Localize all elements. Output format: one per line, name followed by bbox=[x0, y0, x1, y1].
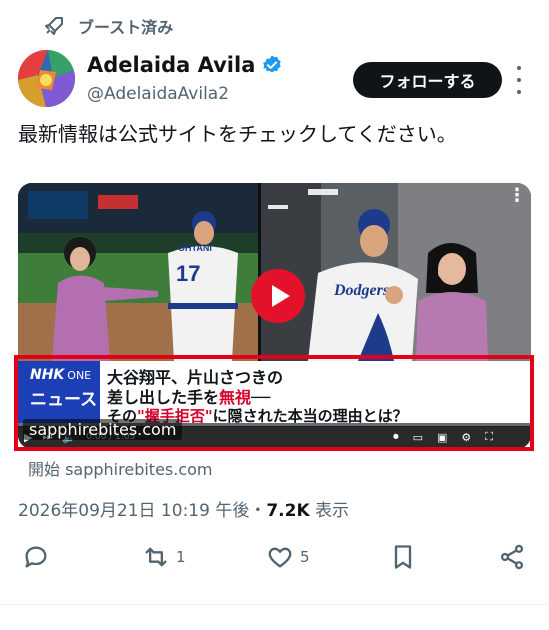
author-handle[interactable]: @AdelaidaAvila2 bbox=[87, 84, 229, 104]
view-count: 7.2K bbox=[266, 501, 310, 521]
heart-icon bbox=[268, 547, 292, 568]
play-button[interactable] bbox=[251, 269, 305, 323]
repost-icon bbox=[145, 547, 167, 567]
verified-badge-icon bbox=[263, 55, 282, 73]
highlight-box bbox=[14, 355, 534, 451]
jersey-number: 17 bbox=[176, 261, 200, 286]
timestamp[interactable]: 2026年09月21日 10:19 午後 bbox=[18, 501, 249, 521]
repost-button[interactable]: 1 bbox=[142, 543, 186, 571]
like-button[interactable]: 5 bbox=[266, 543, 310, 571]
avatar[interactable] bbox=[18, 50, 75, 107]
bookmark-button[interactable] bbox=[389, 543, 417, 571]
bookmark-icon bbox=[394, 545, 412, 569]
divider bbox=[0, 604, 549, 605]
post-meta: 2026年09月21日 10:19 午後・7.2K 表示 bbox=[18, 496, 349, 521]
boost-indicator: ブースト済み bbox=[42, 14, 173, 38]
author-name[interactable]: Adelaida Avila bbox=[87, 53, 255, 77]
action-bar: 1 5 bbox=[0, 543, 549, 583]
follow-button[interactable]: フォローする bbox=[353, 62, 502, 98]
team-name: Dodgers bbox=[333, 282, 389, 299]
meta-separator: ・ bbox=[249, 501, 267, 521]
source-link[interactable]: 開始 sapphirebites.com bbox=[28, 456, 213, 480]
post-text: 最新情報は公式サイトをチェックしてください。 bbox=[18, 122, 457, 146]
reply-button[interactable] bbox=[22, 543, 50, 571]
view-label: 表示 bbox=[315, 501, 350, 521]
jersey-name: OHTANI bbox=[178, 243, 212, 253]
video-more-icon[interactable]: ⋮ bbox=[508, 187, 526, 205]
more-options-icon[interactable] bbox=[512, 66, 526, 94]
share-icon bbox=[500, 544, 524, 570]
reply-icon bbox=[25, 546, 47, 568]
share-button[interactable] bbox=[498, 543, 526, 571]
rocket-icon bbox=[45, 17, 63, 35]
like-count: 5 bbox=[300, 548, 310, 566]
boost-label: ブースト済み bbox=[78, 18, 174, 37]
author-name-row[interactable]: Adelaida Avila bbox=[87, 53, 283, 77]
repost-count: 1 bbox=[176, 548, 186, 566]
